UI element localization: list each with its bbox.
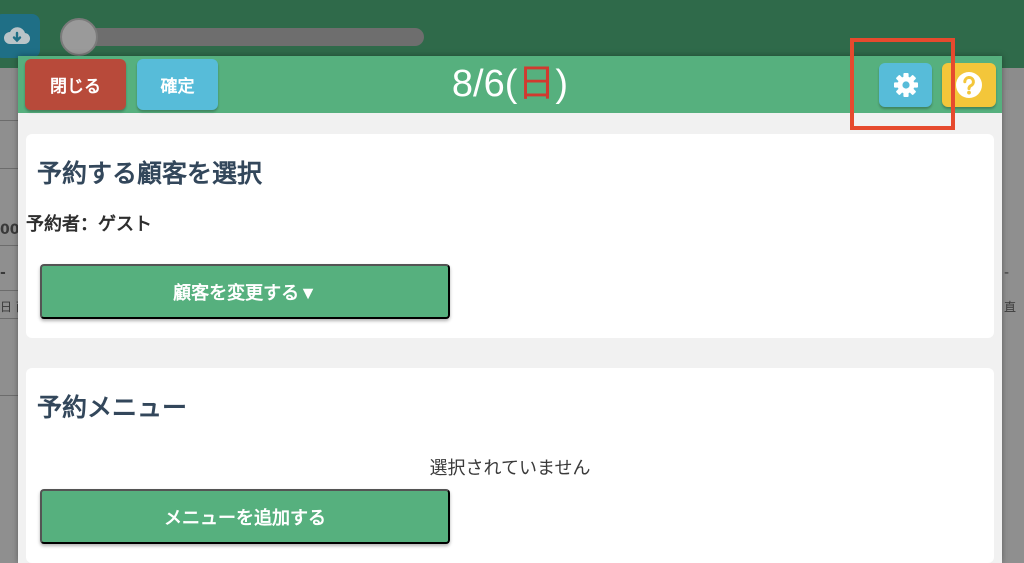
change-customer-button[interactable]: 顧客を変更する▼	[40, 264, 450, 319]
background-right-column	[1002, 90, 1024, 563]
reservation-modal: 閉じる 確定 8/6(日) 予約する顧客を選択 予約者：ゲスト 顧客を変更する▼…	[18, 38, 1002, 563]
date-text: 8/6(	[451, 63, 518, 105]
divider	[0, 120, 20, 121]
divider	[0, 168, 20, 169]
reservation-menu-card: 予約メニュー 選択されていません メニューを追加する	[26, 368, 994, 563]
menu-empty-message: 選択されていません	[429, 458, 591, 479]
menu-section-title: 予約メニュー	[37, 393, 188, 422]
reserver-label: 予約者：ゲスト	[26, 214, 152, 235]
divider	[0, 395, 20, 396]
background-left-column	[0, 90, 20, 563]
zoom-slider-track[interactable]	[64, 28, 424, 46]
background-cell-text: 直	[1004, 300, 1017, 314]
background-cell-text: 日 面	[0, 300, 20, 314]
zoom-slider-handle[interactable]	[60, 18, 98, 56]
customer-select-card: 予約する顧客を選択 予約者：ゲスト 顧客を変更する▼	[26, 134, 994, 338]
modal-date-title: 8/6(日)	[18, 60, 1002, 108]
divider	[0, 290, 20, 291]
background-cell-text: -	[1004, 265, 1010, 281]
add-menu-button[interactable]: メニューを追加する	[40, 489, 450, 544]
date-suffix: )	[555, 63, 569, 105]
divider	[0, 245, 20, 246]
customer-section-title: 予約する顧客を選択	[37, 159, 263, 188]
settings-button[interactable]	[879, 63, 932, 107]
gear-icon	[893, 73, 918, 97]
question-circle-icon	[956, 72, 982, 98]
background-cell-text: 00	[0, 222, 20, 238]
download-cloud-icon	[4, 27, 30, 45]
day-of-week: 日	[517, 63, 556, 105]
help-button[interactable]	[942, 63, 996, 107]
divider	[0, 318, 20, 319]
background-cell-text: -	[0, 265, 6, 281]
download-button[interactable]	[0, 14, 40, 58]
modal-header: 閉じる 確定 8/6(日)	[18, 56, 1002, 113]
